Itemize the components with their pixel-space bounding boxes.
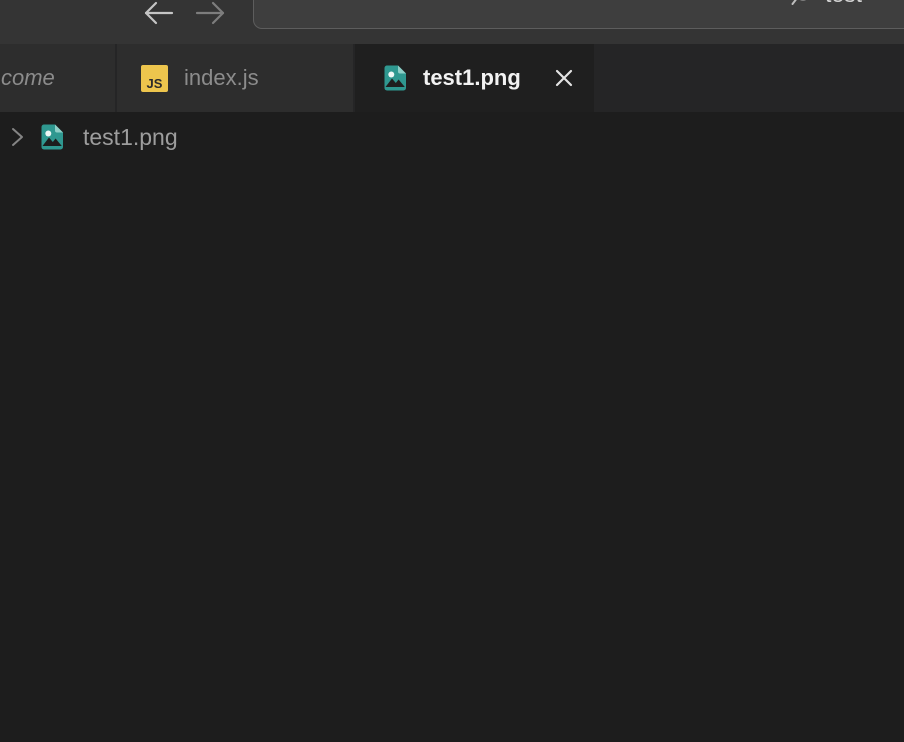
image-file-icon — [381, 64, 409, 92]
arrow-left-icon — [146, 3, 172, 23]
breadcrumb: test1.png — [0, 112, 904, 162]
command-center-content: test — [790, 0, 862, 11]
tab-index-js[interactable]: JS index.js — [117, 44, 355, 112]
tab-welcome[interactable]: come — [0, 44, 117, 112]
breadcrumb-label: test1.png — [83, 124, 178, 151]
image-file-icon — [38, 123, 66, 151]
close-icon — [549, 63, 579, 93]
tab-label: test1.png — [423, 65, 521, 91]
history-forward-button[interactable] — [194, 0, 228, 26]
chevron-right-icon — [8, 125, 26, 149]
editor-tab-bar: come JS index.js test1.png — [0, 44, 904, 112]
history-back-button[interactable] — [141, 0, 175, 26]
editor-viewport[interactable] — [0, 162, 904, 742]
command-center-search-box[interactable]: test — [253, 0, 904, 29]
arrow-right-icon — [197, 3, 223, 23]
vscode-window: test come JS index.js test1.png — [0, 0, 904, 742]
tab-close-button[interactable] — [549, 63, 579, 93]
search-icon — [790, 0, 816, 11]
breadcrumb-item-test1-png[interactable]: test1.png — [38, 123, 178, 151]
command-center-query: test — [825, 0, 862, 7]
js-file-icon: JS — [141, 65, 168, 92]
title-bar: test — [0, 0, 904, 44]
tab-label: come — [1, 65, 55, 91]
tab-label: index.js — [184, 65, 259, 91]
tab-test1-png[interactable]: test1.png — [355, 44, 594, 112]
